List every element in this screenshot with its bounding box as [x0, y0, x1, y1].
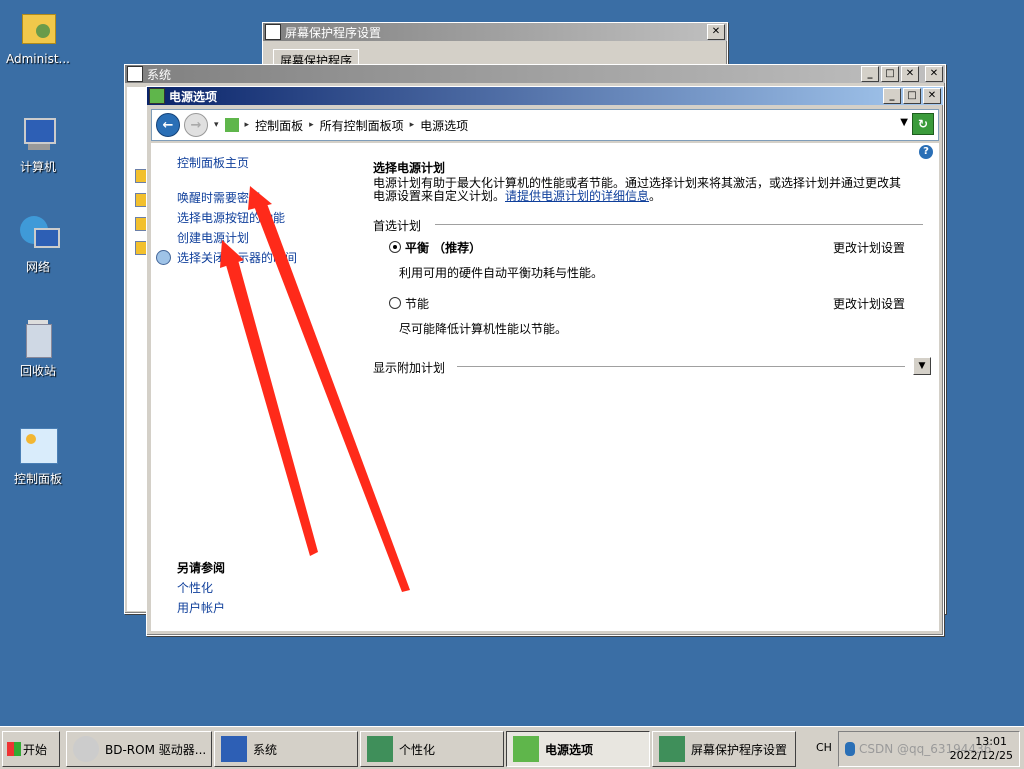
taskbar-item-bdrom[interactable]: BD-ROM 驱动器... [66, 731, 212, 767]
address-dropdown-icon[interactable]: ▼ [900, 117, 908, 128]
see-also-title: 另请参阅 [177, 561, 226, 575]
content-pane: ? 控制面板主页 唤醒时需要密码 选择电源按钮的功能 创建电源计划 选择关闭显示… [151, 143, 939, 631]
sidebar-link-create-plan[interactable]: 创建电源计划 [177, 229, 249, 246]
desktop-icon-admin[interactable]: Administ... [0, 8, 76, 66]
taskbar-item-label: 电源选项 [545, 742, 594, 757]
breadcrumb-control-panel[interactable]: 控制面板 [255, 117, 303, 134]
clock-time[interactable]: 13:01 [975, 735, 1007, 748]
taskbar-item-system[interactable]: 系统 [214, 731, 358, 767]
screensaver-icon [659, 736, 685, 762]
window-title: 电源选项 [169, 89, 218, 104]
breadcrumb-all-items[interactable]: 所有控制面板项 [320, 117, 404, 134]
close-button[interactable]: ✕ [923, 88, 941, 104]
radio-power-saver[interactable] [389, 297, 401, 309]
additional-plans-header[interactable]: 显示附加计划 [373, 359, 445, 376]
expand-additional-button[interactable]: ▼ [913, 357, 931, 375]
desktop-icon-recycle[interactable]: 回收站 [0, 318, 76, 379]
taskbar-item-power-options[interactable]: 电源选项 [506, 731, 650, 767]
power-options-icon [149, 88, 165, 104]
preferred-plans-header: 首选计划 [373, 219, 422, 233]
start-label: 开始 [23, 742, 48, 757]
sidebar-link-power-button[interactable]: 选择电源按钮的功能 [177, 209, 285, 226]
taskbar-item-label: 个性化 [399, 742, 436, 757]
clock-date[interactable]: 2022/12/25 [950, 749, 1013, 762]
start-button[interactable]: 开始 [2, 731, 60, 767]
chevron-right-icon[interactable]: ▸ [245, 120, 250, 130]
desktop-icon-label: 控制面板 [13, 472, 62, 486]
window-title: 屏幕保护程序设置 [285, 25, 382, 40]
taskbar-item-screensaver[interactable]: 屏幕保护程序设置 [652, 731, 796, 767]
taskbar-item-personalization[interactable]: 个性化 [360, 731, 504, 767]
change-plan-balanced-link[interactable]: 更改计划设置 [833, 239, 905, 256]
window-title: 系统 [147, 67, 172, 82]
system-icon [127, 66, 143, 82]
minimize-button[interactable]: _ [861, 66, 879, 82]
desktop-icon-control-panel[interactable]: 控制面板 [0, 426, 76, 487]
plan-balanced-name[interactable]: 平衡 （推荐） [405, 239, 481, 256]
taskbar-item-label: BD-ROM 驱动器... [105, 742, 207, 757]
screensaver-icon [265, 24, 281, 40]
network-icon [18, 214, 60, 254]
change-plan-power-saver-link[interactable]: 更改计划设置 [833, 295, 905, 312]
plan-power-saver-name[interactable]: 节能 [405, 295, 429, 312]
desktop-icon-label: Administ... [6, 52, 70, 66]
power-titlebar[interactable]: 电源选项 _ □ ✕ [147, 87, 943, 105]
radio-balanced[interactable] [389, 241, 401, 253]
maximize-button[interactable]: □ [903, 88, 921, 104]
history-dropdown-icon[interactable]: ▾ [214, 120, 219, 130]
close-button[interactable]: ✕ [707, 24, 725, 40]
sidebar-home-link[interactable]: 控制面板主页 [177, 154, 249, 171]
refresh-button[interactable]: ↻ [912, 113, 934, 135]
power-options-icon [513, 736, 539, 762]
plan-details-link[interactable]: 请提供电源计划的详细信息 [505, 189, 649, 203]
desktop-icon-computer[interactable]: 计算机 [0, 114, 76, 175]
system-sidebar [127, 87, 147, 611]
power-options-window[interactable]: 电源选项 _ □ ✕ ← → ▾ ▸ 控制面板 ▸ 所有控制面板项 ▸ 电源选项… [146, 86, 944, 636]
taskbar: 开始 BD-ROM 驱动器... 系统 个性化 电源选项 屏幕保护程序设置 CH… [0, 726, 1024, 769]
page-description: 电源计划有助于最大化计算机的性能或者节能。通过选择计划来将其激活，或选择计划并通… [373, 176, 902, 203]
system-titlebar[interactable]: 系统 _ □ ✕ ✕ [125, 65, 945, 83]
control-panel-icon [18, 426, 58, 466]
system-icon [221, 736, 247, 762]
screensaver-titlebar[interactable]: 屏幕保护程序设置 ✕ [263, 23, 727, 41]
chevron-right-icon[interactable]: ▸ [410, 120, 415, 130]
computer-icon [18, 114, 58, 154]
see-also-user-accounts[interactable]: 用户帐户 [177, 599, 225, 616]
cd-rom-icon [73, 736, 99, 762]
see-also-personalization[interactable]: 个性化 [177, 579, 213, 596]
chevron-right-icon[interactable]: ▸ [309, 120, 314, 130]
control-panel-small-icon [224, 118, 239, 132]
back-button[interactable]: ← [156, 113, 180, 137]
minimize-button[interactable]: _ [883, 88, 901, 104]
address-bar[interactable]: ← → ▾ ▸ 控制面板 ▸ 所有控制面板项 ▸ 电源选项 ▼ ↻ [151, 109, 939, 141]
divider [435, 224, 923, 225]
personalization-icon [367, 736, 393, 762]
recycle-bin-icon [18, 318, 58, 358]
clock-icon [156, 250, 171, 265]
taskbar-item-label: 系统 [253, 742, 278, 757]
system-tray: CSDN @qq_63194436 13:01 2022/12/25 [838, 731, 1020, 767]
close-button-outer[interactable]: ✕ [925, 66, 943, 82]
bluetooth-icon[interactable] [845, 742, 855, 756]
sidebar-link-wake-password[interactable]: 唤醒时需要密码 [177, 189, 261, 206]
breadcrumb-power-options[interactable]: 电源选项 [420, 117, 468, 134]
maximize-button[interactable]: □ [881, 66, 899, 82]
plan-power-saver-desc: 尽可能降低计算机性能以节能。 [399, 322, 568, 336]
close-button[interactable]: ✕ [901, 66, 919, 82]
divider [457, 366, 905, 367]
desktop-icon-label: 网络 [25, 260, 50, 274]
plan-balanced-desc: 利用可用的硬件自动平衡功耗与性能。 [399, 266, 604, 280]
page-title: 选择电源计划 [373, 161, 446, 175]
folder-user-icon [18, 8, 58, 48]
sidebar-link-display-off-time[interactable]: 选择关闭显示器的时间 [177, 249, 297, 266]
language-indicator[interactable]: CH [816, 741, 832, 754]
desktop-icon-label: 计算机 [19, 160, 56, 174]
help-icon[interactable]: ? [919, 145, 933, 159]
windows-logo-icon [7, 742, 21, 756]
desktop-icon-label: 回收站 [19, 364, 56, 378]
taskbar-item-label: 屏幕保护程序设置 [691, 742, 788, 757]
desktop-icon-network[interactable]: 网络 [0, 214, 76, 275]
forward-button[interactable]: → [184, 113, 208, 137]
